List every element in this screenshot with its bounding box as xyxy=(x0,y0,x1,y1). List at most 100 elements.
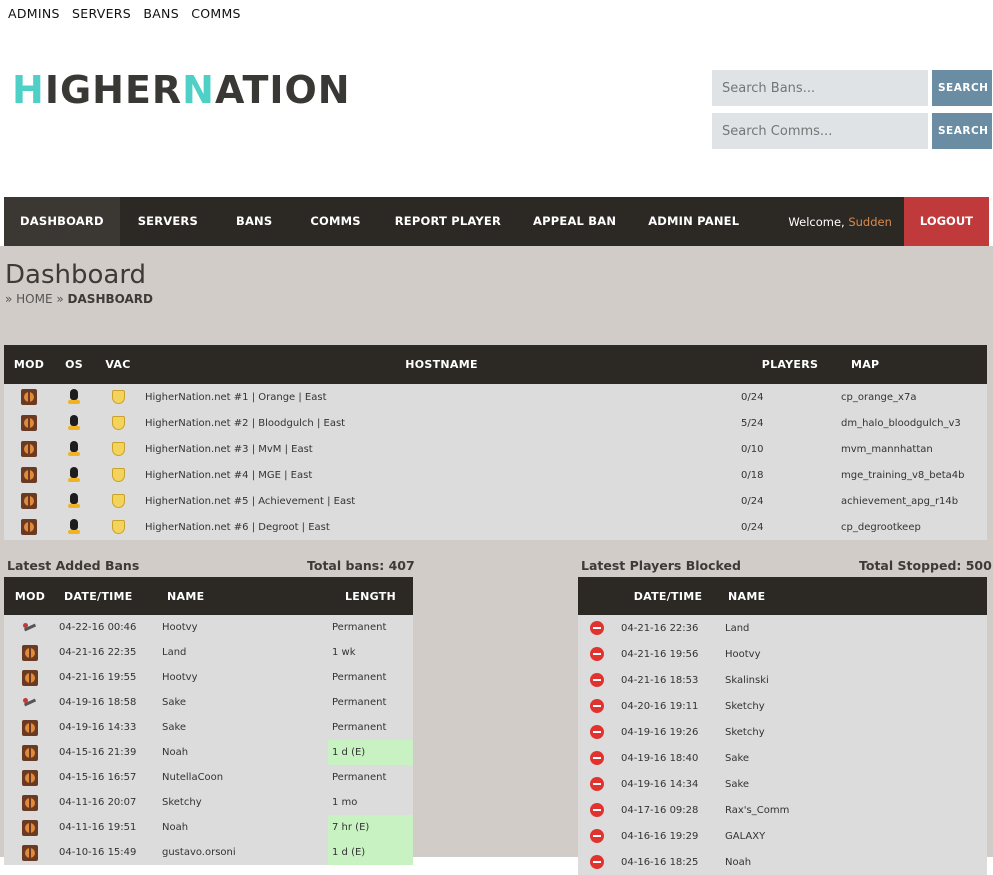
ban-name[interactable]: Noah xyxy=(161,740,328,765)
ban-row[interactable]: 04-21-16 19:55 Hootvy Permanent xyxy=(4,665,413,690)
ban-mod-cell xyxy=(4,715,56,740)
blocked-row[interactable]: 04-16-16 18:25 Noah xyxy=(578,849,987,875)
nav-bans[interactable]: BANS xyxy=(216,197,292,246)
welcome-text: Welcome, Sudden xyxy=(788,215,903,229)
blocked-name[interactable]: Sake xyxy=(720,771,987,797)
ban-row[interactable]: 04-11-16 20:07 Sketchy 1 mo xyxy=(4,790,413,815)
vac-shield-icon xyxy=(111,494,125,508)
server-hostname[interactable]: HigherNation.net #1 | Orange | East xyxy=(142,384,741,410)
nav-dashboard[interactable]: DASHBOARD xyxy=(4,197,120,246)
server-row[interactable]: HigherNation.net #6 | Degroot | East 0/24… xyxy=(4,514,987,540)
tf2-icon xyxy=(22,794,38,811)
vac-shield-icon xyxy=(111,520,125,534)
blocked-row[interactable]: 04-17-16 09:28 Rax's_Comm xyxy=(578,797,987,823)
bans-col-mod: MOD xyxy=(4,577,56,615)
blocked-name[interactable]: Hootvy xyxy=(720,641,987,667)
ban-row[interactable]: 04-15-16 21:39 Noah 1 d (E) xyxy=(4,740,413,765)
nav-report-player[interactable]: REPORT PLAYER xyxy=(379,197,517,246)
page-title: Dashboard xyxy=(5,260,147,290)
blocked-name[interactable]: GALAXY xyxy=(720,823,987,849)
ban-row[interactable]: 04-19-16 14:33 Sake Permanent xyxy=(4,715,413,740)
blocked-row[interactable]: 04-20-16 19:11 Sketchy xyxy=(578,693,987,719)
ban-name[interactable]: gustavo.orsoni xyxy=(161,840,328,865)
ban-name[interactable]: Noah xyxy=(161,815,328,840)
ban-row[interactable]: 04-21-16 22:35 Land 1 wk xyxy=(4,640,413,665)
blocked-row[interactable]: 04-19-16 18:40 Sake xyxy=(578,745,987,771)
blocked-name[interactable]: Rax's_Comm xyxy=(720,797,987,823)
ban-name[interactable]: Hootvy xyxy=(161,665,328,690)
blocked-icon-cell xyxy=(578,849,616,875)
search-comms-row: SEARCH xyxy=(712,113,992,149)
blocked-name[interactable]: Skalinski xyxy=(720,667,987,693)
server-hostname[interactable]: HigherNation.net #2 | Bloodgulch | East xyxy=(142,410,741,436)
blocked-name[interactable]: Land xyxy=(720,615,987,641)
ban-row[interactable]: 04-11-16 19:51 Noah 7 hr (E) xyxy=(4,815,413,840)
blocked-row[interactable]: 04-19-16 19:26 Sketchy xyxy=(578,719,987,745)
nav-servers[interactable]: SERVERS xyxy=(120,197,216,246)
ban-date: 04-15-16 21:39 xyxy=(56,740,161,765)
ban-row[interactable]: 04-22-16 00:46 Hootvy Permanent xyxy=(4,615,413,640)
nav-comms[interactable]: COMMS xyxy=(292,197,378,246)
ban-length: Permanent xyxy=(328,765,413,790)
blocked-row[interactable]: 04-21-16 18:53 Skalinski xyxy=(578,667,987,693)
server-players: 0/24 xyxy=(741,514,839,540)
blocked-row[interactable]: 04-16-16 19:29 GALAXY xyxy=(578,823,987,849)
server-row[interactable]: HigherNation.net #5 | Achievement | East… xyxy=(4,488,987,514)
server-hostname[interactable]: HigherNation.net #4 | MGE | East xyxy=(142,462,741,488)
ban-length: Permanent xyxy=(328,665,413,690)
server-row[interactable]: HigherNation.net #3 | MvM | East 0/10 mvm_… xyxy=(4,436,987,462)
server-row[interactable]: HigherNation.net #4 | MGE | East 0/18 mge_… xyxy=(4,462,987,488)
search-comms-input[interactable] xyxy=(712,113,928,149)
ban-mod-cell xyxy=(4,790,56,815)
blocked-row[interactable]: 04-21-16 19:56 Hootvy xyxy=(578,641,987,667)
server-row[interactable]: HigherNation.net #2 | Bloodgulch | East 5… xyxy=(4,410,987,436)
server-map: achievement_apg_r14b xyxy=(839,488,987,514)
server-row[interactable]: HigherNation.net #1 | Orange | East 0/24 c… xyxy=(4,384,987,410)
ban-name[interactable]: Hootvy xyxy=(161,615,328,640)
blocked-icon xyxy=(590,725,604,739)
blocked-name[interactable]: Sketchy xyxy=(720,719,987,745)
search-bans-input[interactable] xyxy=(712,70,928,106)
ban-name[interactable]: Sake xyxy=(161,690,328,715)
server-hostname[interactable]: HigherNation.net #3 | MvM | East xyxy=(142,436,741,462)
site-logo[interactable]: HIGHERNATION xyxy=(12,68,351,112)
mod-cell xyxy=(4,488,54,514)
toplink-bans[interactable]: BANS xyxy=(143,6,179,21)
ban-row[interactable]: 04-19-16 18:58 Sake Permanent xyxy=(4,690,413,715)
ban-length: 1 d (E) xyxy=(328,740,413,765)
blocked-row[interactable]: 04-21-16 22:36 Land xyxy=(578,615,987,641)
tf2-icon xyxy=(21,467,37,483)
ban-name[interactable]: NutellaCoon xyxy=(161,765,328,790)
welcome-label: Welcome, xyxy=(788,214,845,229)
blocked-date: 04-19-16 19:26 xyxy=(616,719,720,745)
blocked-date: 04-19-16 18:40 xyxy=(616,745,720,771)
blocked-icon-cell xyxy=(578,823,616,849)
logo-part: H xyxy=(12,68,45,112)
vac-cell xyxy=(94,410,142,436)
blocked-name[interactable]: Sketchy xyxy=(720,693,987,719)
toplink-comms[interactable]: COMMS xyxy=(191,6,241,21)
ban-mod-cell xyxy=(4,640,56,665)
ban-name[interactable]: Sake xyxy=(161,715,328,740)
toplink-admins[interactable]: ADMINS xyxy=(8,6,60,21)
blocked-row[interactable]: 04-19-16 14:34 Sake xyxy=(578,771,987,797)
toplink-servers[interactable]: SERVERS xyxy=(72,6,131,21)
server-hostname[interactable]: HigherNation.net #5 | Achievement | East xyxy=(142,488,741,514)
ban-row[interactable]: 04-10-16 15:49 gustavo.orsoni 1 d (E) xyxy=(4,840,413,865)
ban-name[interactable]: Sketchy xyxy=(161,790,328,815)
server-hostname[interactable]: HigherNation.net #6 | Degroot | East xyxy=(142,514,741,540)
ban-row[interactable]: 04-15-16 16:57 NutellaCoon Permanent xyxy=(4,765,413,790)
blocked-name[interactable]: Noah xyxy=(720,849,987,875)
server-players: 5/24 xyxy=(741,410,839,436)
username-link[interactable]: Sudden xyxy=(848,215,892,229)
ban-mod-cell xyxy=(4,615,56,640)
logout-button[interactable]: LOGOUT xyxy=(903,197,989,246)
nav-admin-panel[interactable]: ADMIN PANEL xyxy=(632,197,755,246)
ban-name[interactable]: Land xyxy=(161,640,328,665)
search-comms-button[interactable]: SEARCH xyxy=(932,113,992,149)
breadcrumb-home[interactable]: HOME xyxy=(16,292,52,306)
nav-appeal-ban[interactable]: APPEAL BAN xyxy=(517,197,632,246)
blocked-name[interactable]: Sake xyxy=(720,745,987,771)
tf2-icon xyxy=(21,519,37,535)
search-bans-button[interactable]: SEARCH xyxy=(932,70,992,106)
